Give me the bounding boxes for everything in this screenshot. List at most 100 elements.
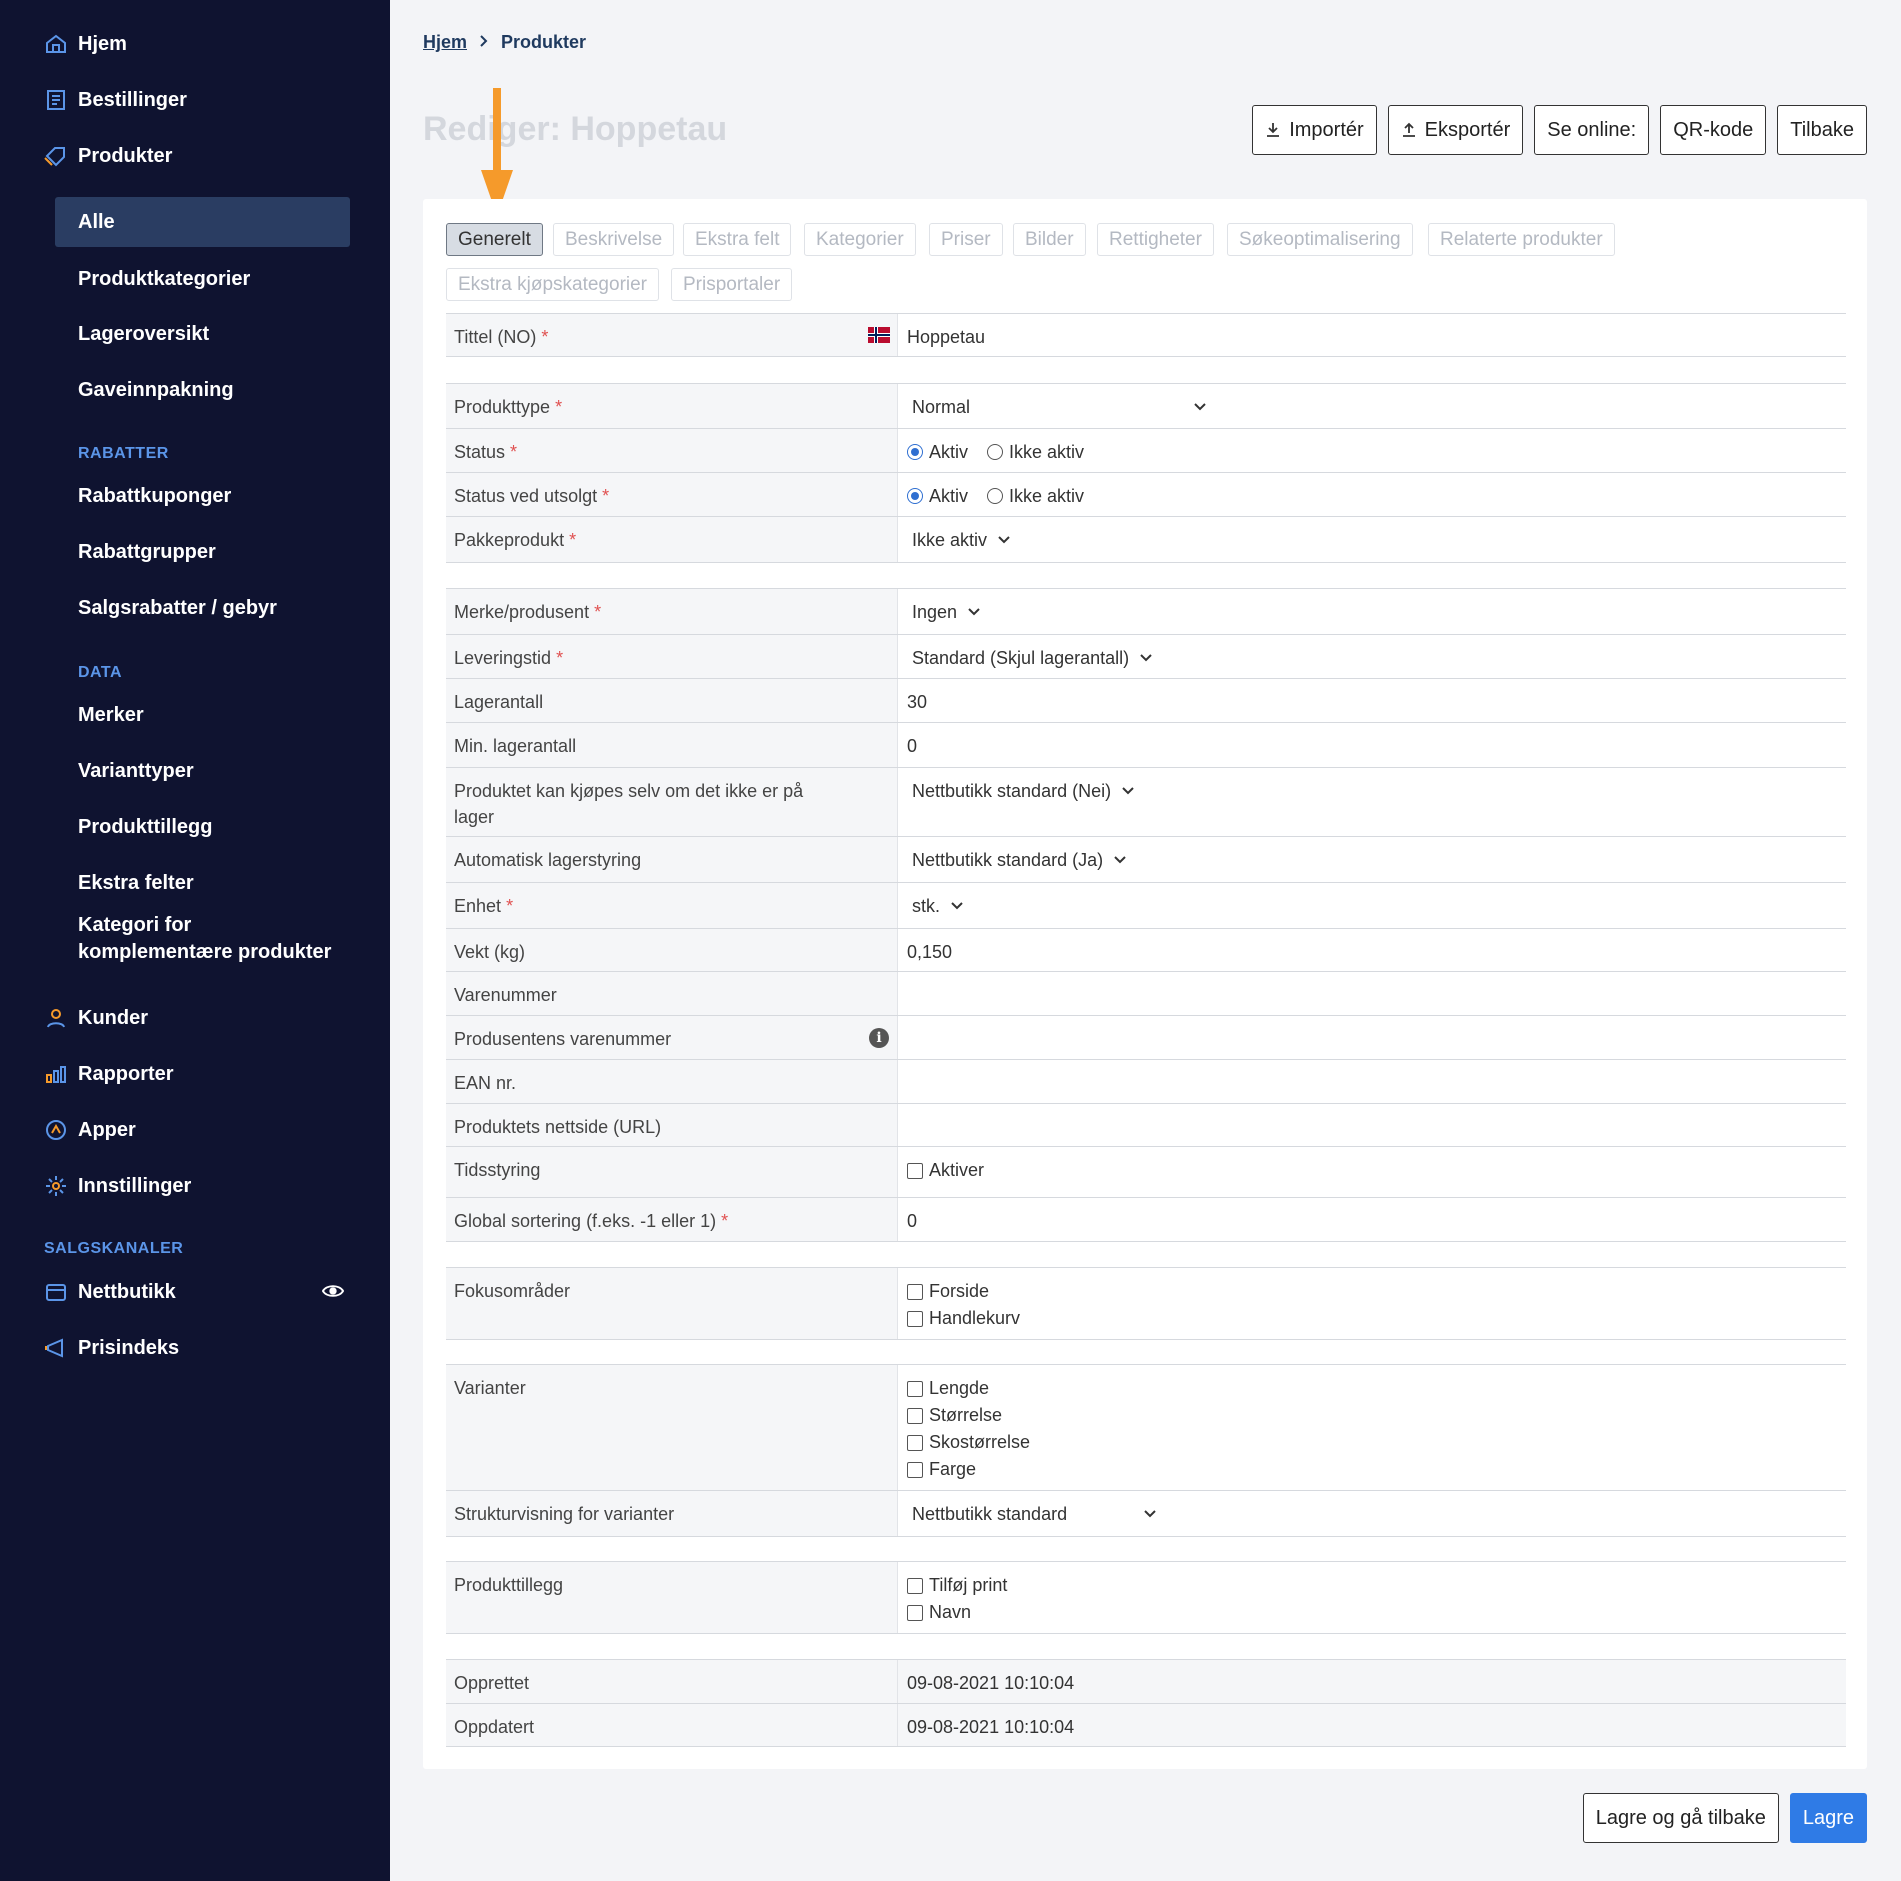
nav-produkter-label: Produkter <box>78 144 173 167</box>
ean-input[interactable] <box>898 1060 1846 1103</box>
tab-rettigheter[interactable]: Rettigheter <box>1097 223 1214 256</box>
nav-hjem-label: Hjem <box>78 32 127 55</box>
nav-kunder[interactable]: Kunder <box>44 998 148 1038</box>
focus-handlekurv-checkbox[interactable]: Handlekurv <box>907 1305 1837 1332</box>
addon-print-checkbox[interactable]: Tilføj print <box>907 1572 1837 1599</box>
row-product-type: Produkttype * Normal <box>446 383 1846 429</box>
tab-sokeoptimalisering[interactable]: Søkeoptimalisering <box>1227 223 1413 256</box>
sub-kategori-line1: Kategori for <box>78 914 192 936</box>
structure-select[interactable]: Nettbutikk standard <box>898 1491 1846 1536</box>
home-icon <box>44 32 68 56</box>
focus-forside-checkbox[interactable]: Forside <box>907 1278 1837 1305</box>
weight-input[interactable]: 0,150 <box>898 929 1846 971</box>
nav-nettbutikk[interactable]: Nettbutikk <box>44 1272 345 1312</box>
breadcrumb-home-link[interactable]: Hjem <box>423 32 467 53</box>
sub-rabattgrupper[interactable]: Rabattgrupper <box>78 539 216 566</box>
back-button[interactable]: Tilbake <box>1777 105 1867 155</box>
section-salgskanaler: SALGSKANALER <box>44 1240 184 1257</box>
package-label: Pakkeprodukt * <box>446 517 898 562</box>
row-status: Status * Aktiv Ikke aktiv <box>446 428 1846 473</box>
sort-label: Global sortering (f.eks. -1 eller 1) * <box>446 1198 898 1241</box>
tab-ekstra-felt[interactable]: Ekstra felt <box>683 223 792 256</box>
apps-icon <box>44 1118 68 1142</box>
nav-rapporter[interactable]: Rapporter <box>44 1054 174 1094</box>
import-button[interactable]: Importér <box>1252 105 1377 155</box>
tab-kategorier[interactable]: Kategorier <box>804 223 916 256</box>
nav-produkter[interactable]: Produkter <box>44 136 172 176</box>
nav-kunder-label: Kunder <box>78 1006 148 1029</box>
sub-salgsrabatter[interactable]: Salgsrabatter / gebyr <box>78 595 277 622</box>
delivery-select[interactable]: Standard (Skjul lagerantall) <box>898 635 1846 678</box>
sub-merker[interactable]: Merker <box>78 702 144 729</box>
sub-gaveinnpakning[interactable]: Gaveinnpakning <box>78 377 234 404</box>
nav-prisindeks[interactable]: Prisindeks <box>44 1328 179 1368</box>
upload-icon <box>1402 122 1415 137</box>
info-icon[interactable]: i <box>869 1028 889 1048</box>
eye-icon[interactable] <box>321 1282 345 1306</box>
title-label: Tittel (NO) * <box>446 314 898 356</box>
variant-storrelse-checkbox[interactable]: Størrelse <box>907 1402 1837 1429</box>
nav-bestillinger-label: Bestillinger <box>78 88 187 111</box>
nav-innstillinger-label: Innstillinger <box>78 1174 192 1197</box>
status-inactive-radio[interactable]: Ikke aktiv <box>987 439 1084 465</box>
bar-chart-icon <box>44 1062 68 1086</box>
mfr-sku-input[interactable] <box>898 1016 1846 1059</box>
status-label: Status * <box>446 429 898 472</box>
sort-input[interactable]: 0 <box>898 1198 1846 1241</box>
created-value: 09-08-2021 10:10:04 <box>898 1660 1846 1703</box>
package-select[interactable]: Ikke aktiv <box>898 517 1846 562</box>
min-stock-label: Min. lagerantall <box>446 723 898 767</box>
export-button[interactable]: Eksportér <box>1387 105 1524 155</box>
status-active-radio[interactable]: Aktiv <box>907 439 968 465</box>
sku-input[interactable] <box>898 972 1846 1015</box>
breadcrumb-current: Produkter <box>501 32 587 52</box>
tab-bilder[interactable]: Bilder <box>1013 223 1086 256</box>
save-and-back-button[interactable]: Lagre og gå tilbake <box>1582 1793 1779 1843</box>
nav-hjem[interactable]: Hjem <box>44 24 127 64</box>
row-delivery: Leveringstid * Standard (Skjul lageranta… <box>446 634 1846 679</box>
tab-prisportaler[interactable]: Prisportaler <box>671 268 793 301</box>
min-stock-input[interactable]: 0 <box>898 723 1846 767</box>
stock-input[interactable]: 30 <box>898 679 1846 722</box>
chevron-down-icon <box>1194 403 1206 411</box>
variant-skostorrelse-checkbox[interactable]: Skostørrelse <box>907 1429 1837 1456</box>
timing-checkbox[interactable]: Aktiver <box>907 1157 1837 1184</box>
soldout-status-label: Status ved utsolgt * <box>446 473 898 516</box>
title-input[interactable]: Hoppetau <box>898 314 1846 356</box>
sub-rabattkuponger[interactable]: Rabattkuponger <box>78 483 231 510</box>
import-label: Importér <box>1289 118 1364 141</box>
brand-select[interactable]: Ingen <box>898 589 1846 634</box>
tab-relaterte-produkter[interactable]: Relaterte produkter <box>1428 223 1615 256</box>
soldout-active-radio[interactable]: Aktiv <box>907 483 968 509</box>
sku-label: Varenummer <box>446 972 898 1015</box>
product-type-select[interactable]: Normal <box>898 384 1846 428</box>
soldout-radio-group: Aktiv Ikke aktiv <box>898 473 1846 516</box>
nav-innstillinger[interactable]: Innstillinger <box>44 1166 191 1206</box>
backorder-select[interactable]: Nettbutikk standard (Nei) <box>898 768 1846 836</box>
tab-generelt[interactable]: Generelt <box>446 223 543 256</box>
save-button[interactable]: Lagre <box>1789 1793 1867 1843</box>
soldout-inactive-radio[interactable]: Ikke aktiv <box>987 483 1084 509</box>
unit-select[interactable]: stk. <box>898 883 1846 928</box>
sub-alle[interactable]: Alle <box>78 209 115 236</box>
nav-apper[interactable]: Apper <box>44 1110 136 1150</box>
sub-kategori-komplementaere[interactable]: Kategori for komplementære produkter <box>78 912 331 966</box>
qr-code-button[interactable]: QR-kode <box>1660 105 1767 155</box>
auto-stock-select[interactable]: Nettbutikk standard (Ja) <box>898 837 1846 882</box>
sub-produkttillegg[interactable]: Produkttillegg <box>78 814 212 841</box>
sub-ekstra-felter[interactable]: Ekstra felter <box>78 870 194 897</box>
tab-ekstra-kjopskategorier[interactable]: Ekstra kjøpskategorier <box>446 268 660 301</box>
sub-produktkategorier[interactable]: Produktkategorier <box>78 266 250 293</box>
url-input[interactable] <box>898 1104 1846 1146</box>
tab-beskrivelse[interactable]: Beskrivelse <box>553 223 675 256</box>
sub-lageroversikt[interactable]: Lageroversikt <box>78 321 209 348</box>
variant-lengde-checkbox[interactable]: Lengde <box>907 1375 1837 1402</box>
row-variants: Varianter Lengde Størrelse Skostørrelse … <box>446 1364 1846 1491</box>
addon-navn-checkbox[interactable]: Navn <box>907 1599 1837 1626</box>
view-online-button[interactable]: Se online: <box>1534 105 1650 155</box>
tab-priser[interactable]: Priser <box>929 223 1003 256</box>
megaphone-icon <box>44 1336 68 1360</box>
nav-bestillinger[interactable]: Bestillinger <box>44 80 187 120</box>
sub-varianttyper[interactable]: Varianttyper <box>78 758 194 785</box>
variant-farge-checkbox[interactable]: Farge <box>907 1456 1837 1483</box>
